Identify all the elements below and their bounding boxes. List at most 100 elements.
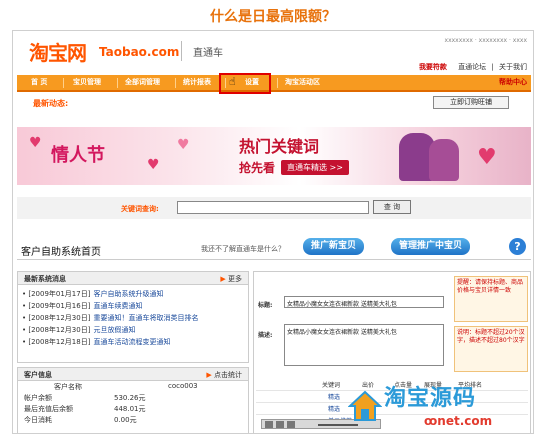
row-label: 今日消耗	[24, 416, 52, 424]
manage-items-button[interactable]: 管理推广中宝贝	[391, 238, 471, 255]
nav-promotions[interactable]: 淘宝活动区	[285, 75, 320, 90]
search-label: 关键词查询:	[121, 205, 159, 213]
item-date: • [2009年01月17日]	[22, 290, 91, 298]
hand-cursor-icon: ☝	[229, 75, 236, 88]
link-separator: |	[491, 63, 494, 71]
nav-separator	[117, 78, 118, 88]
title-label: 标题:	[258, 302, 273, 309]
promote-new-item-button[interactable]: 推广新宝贝	[303, 238, 365, 255]
panel-header: 最新系统消息 ▶ 更多	[18, 272, 248, 285]
settings-highlight-box	[219, 73, 271, 94]
rewind-icon[interactable]	[265, 421, 273, 428]
announcements-panel: 最新系统消息 ▶ 更多 • [2009年01月17日] 客户自助系统升级通知 • …	[17, 271, 249, 363]
header-divider	[181, 41, 182, 61]
customer-info-title: 客户信息	[24, 371, 52, 379]
list-item[interactable]: • [2008年12月30日] 元旦放假通知	[22, 324, 244, 336]
forum-link[interactable]: 直通论坛	[458, 63, 486, 71]
balance-row: 帐户余额 530.26元	[18, 392, 248, 403]
what-is-link[interactable]: 我还不了解直通车是什么？	[201, 244, 285, 254]
row-label: 客户名称	[54, 383, 82, 391]
row-value: 0.00元	[114, 416, 137, 424]
row-label: 帐户余额	[24, 394, 52, 402]
page-caption: 什么是日最高限额？	[210, 9, 336, 25]
nav-separator	[175, 78, 176, 88]
divider	[17, 259, 531, 260]
order-shop-button[interactable]: 立即订购旺铺	[433, 96, 509, 109]
watermark-url: ꝏnet.com	[424, 414, 493, 428]
click-stats-link[interactable]: ▶ 点击统计	[206, 370, 242, 380]
list-item[interactable]: • [2008年12月18日] 直通车活动流程变更通知	[22, 336, 244, 348]
more-link[interactable]: ▶ 更多	[220, 274, 242, 284]
title-input[interactable]: 女精品小魔女女连衣裙新款 送精美大礼包	[284, 296, 444, 308]
item-link[interactable]: 重要通知！直通车将取消类目排名	[93, 314, 198, 322]
banner-hot-keywords: 热门关键词	[239, 137, 320, 156]
watermark-text: 淘宝源码	[384, 386, 477, 411]
welcome-link[interactable]: 我要符款	[419, 63, 447, 71]
row-value: 530.26元	[114, 394, 146, 402]
customer-name-row: 客户名称 coco003	[18, 381, 248, 392]
nav-separator	[63, 78, 64, 88]
title-note: 提醒：请保持标题、商品价格与宝贝详情一致	[454, 276, 528, 322]
list-item[interactable]: • [2009年01月16日] 直通车续费通知	[22, 300, 244, 312]
play-icon[interactable]	[276, 421, 284, 428]
more-label: 更多	[228, 275, 242, 283]
nav-reports[interactable]: 统计报表	[183, 75, 211, 90]
announcement-list: • [2009年01月17日] 客户自助系统升级通知 • [2009年01月16日…	[18, 285, 248, 351]
customer-info-panel: 客户信息 ▶ 点击统计 客户名称 coco003 帐户余额 530.26元 最后充值…	[17, 367, 249, 433]
list-item[interactable]: • [2009年01月17日] 客户自助系统升级通知	[22, 288, 244, 300]
row-value: 448.01元	[114, 405, 146, 413]
top-links: 我要符款 直通论坛 | 关于我们	[416, 62, 527, 72]
item-date: • [2008年12月30日]	[22, 314, 91, 322]
heart-icon: ♥	[477, 145, 497, 170]
last-recharge-row: 最后充值后余额 448.01元	[18, 403, 248, 414]
keyword-search-bar: 关键词查询: 查 询	[17, 197, 531, 219]
today-cost-row: 今日消耗 0.00元	[18, 414, 248, 425]
house-logo-icon	[348, 390, 382, 421]
keyword-search-input[interactable]	[177, 201, 369, 214]
nav-home[interactable]: 首 页	[31, 75, 47, 90]
forward-icon[interactable]	[287, 421, 295, 428]
help-icon[interactable]: ?	[509, 238, 526, 255]
about-link[interactable]: 关于我们	[499, 63, 527, 71]
help-center-link[interactable]: 帮助中心	[499, 75, 527, 90]
search-button[interactable]: 查 询	[373, 200, 411, 214]
panel-header: 客户信息 ▶ 点击统计	[18, 368, 248, 381]
nav-item-management[interactable]: 宝贝管理	[73, 75, 101, 90]
description-note: 说明：标题不超过20个汉字，描述不超过80个汉字	[454, 326, 528, 372]
grid-header: 关键词	[322, 382, 341, 389]
description-input[interactable]: 女精品小魔女女连衣裙新款 送精美大礼包	[284, 324, 444, 366]
item-date: • [2008年12月30日]	[22, 326, 91, 334]
arrow-icon: ▶	[206, 371, 212, 379]
promo-banner[interactable]: ♥ 情人节 ♥ ♥ 热门关键词 抢先看 直通车精选 >> ♥	[17, 127, 531, 185]
arrow-icon: ▶	[220, 275, 226, 283]
item-link[interactable]: 元旦放假通知	[93, 326, 135, 334]
item-date: • [2009年01月16日]	[22, 302, 91, 310]
product-name: 直通车	[193, 48, 223, 59]
banner-select-button[interactable]: 直通车精选 >>	[281, 160, 349, 175]
item-link[interactable]: 直通车续费通知	[93, 302, 142, 310]
announcements-title: 最新系统消息	[24, 275, 66, 283]
list-item[interactable]: • [2008年12月30日] 重要通知！直通车将取消类目排名	[22, 312, 244, 324]
heart-icon: ♥	[29, 135, 42, 151]
page-title: 客户自助系统首页	[21, 247, 101, 258]
nav-separator	[277, 78, 278, 88]
item-link[interactable]: 直通车活动流程变更通知	[93, 338, 170, 346]
banner-valentine: 情人节	[51, 145, 105, 166]
site-watermark: 淘宝源码 ꝏnet.com	[348, 380, 542, 434]
main-nav: 首 页 宝贝管理 全部词管理 统计报表 设置 淘宝活动区 帮助中心	[17, 75, 531, 92]
screenshot-frame: 淘宝网 Taobao.com 直通车 xxxxxxxx · xxxxxxxx ·…	[12, 30, 534, 434]
grid-link[interactable]: 精选	[328, 404, 340, 413]
description-label: 描述:	[258, 332, 273, 339]
account-info: xxxxxxxx · xxxxxxxx · xxxx	[444, 37, 527, 44]
item-date: • [2008年12月18日]	[22, 338, 91, 346]
news-label: 最新动态:	[33, 99, 69, 108]
taobao-logo[interactable]: 淘宝网	[29, 37, 87, 66]
item-link[interactable]: 客户自助系统升级通知	[93, 290, 163, 298]
taobao-logo-domain: Taobao.com	[99, 45, 180, 59]
stats-label: 点击统计	[214, 371, 242, 379]
heart-icon: ♥	[147, 157, 160, 173]
heart-icon: ♥	[177, 137, 190, 153]
grid-link[interactable]: 精选	[328, 392, 340, 401]
row-value: coco003	[168, 382, 198, 390]
nav-keyword-management[interactable]: 全部词管理	[125, 75, 160, 90]
